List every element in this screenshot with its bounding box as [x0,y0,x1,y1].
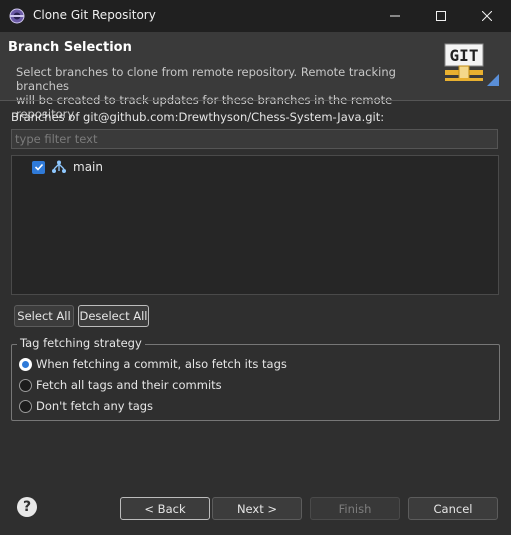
maximize-button[interactable] [418,0,464,32]
branch-filter-input[interactable] [11,129,498,149]
back-button[interactable]: < Back [120,497,210,520]
radio-button[interactable] [19,357,32,371]
checkmark-icon [34,163,43,171]
branch-tree[interactable]: main [11,155,499,295]
close-button[interactable] [464,0,510,32]
cancel-button[interactable]: Cancel [408,497,498,520]
branch-checkbox[interactable] [32,160,45,174]
branch-icon [52,160,66,173]
git-logo-icon: GIT [444,43,499,86]
branch-item-label: main [73,160,103,174]
close-icon [482,11,492,21]
title-bar: Clone Git Repository [0,0,511,32]
page-title: Branch Selection [8,40,132,55]
wizard-header: Branch Selection Select branches to clon… [0,32,511,121]
select-all-button[interactable]: Select All [14,305,74,327]
branch-item-main[interactable]: main [32,158,103,176]
branches-label-text: Branches of git@github.com:Drewthyson/Ch… [11,110,385,124]
header-separator [0,100,511,101]
branches-label: Branches of git@github.com:Drewthyson/Ch… [11,110,384,124]
minimize-button[interactable] [372,0,418,32]
maximize-icon [436,11,446,21]
radio-button[interactable] [19,399,32,413]
next-button[interactable]: Next > [212,497,302,520]
tag-option-fetch-commit-tags[interactable]: When fetching a commit, also fetch its t… [19,356,287,372]
help-icon[interactable]: ? [17,497,37,517]
radio-label: When fetching a commit, also fetch its t… [36,357,287,371]
tag-option-no-tags[interactable]: Don't fetch any tags [19,398,153,414]
deselect-all-button[interactable]: Deselect All [78,305,149,327]
tag-fetching-title: Tag fetching strategy [17,336,145,350]
window-title: Clone Git Repository [33,8,156,22]
git-logo-text: GIT [450,46,479,65]
radio-button[interactable] [19,378,32,392]
eclipse-app-icon [9,8,25,24]
finish-button[interactable]: Finish [310,497,400,520]
minimize-icon [390,15,400,17]
radio-label: Fetch all tags and their commits [36,378,222,392]
tag-option-fetch-all-tags[interactable]: Fetch all tags and their commits [19,377,222,393]
radio-label: Don't fetch any tags [36,399,154,413]
